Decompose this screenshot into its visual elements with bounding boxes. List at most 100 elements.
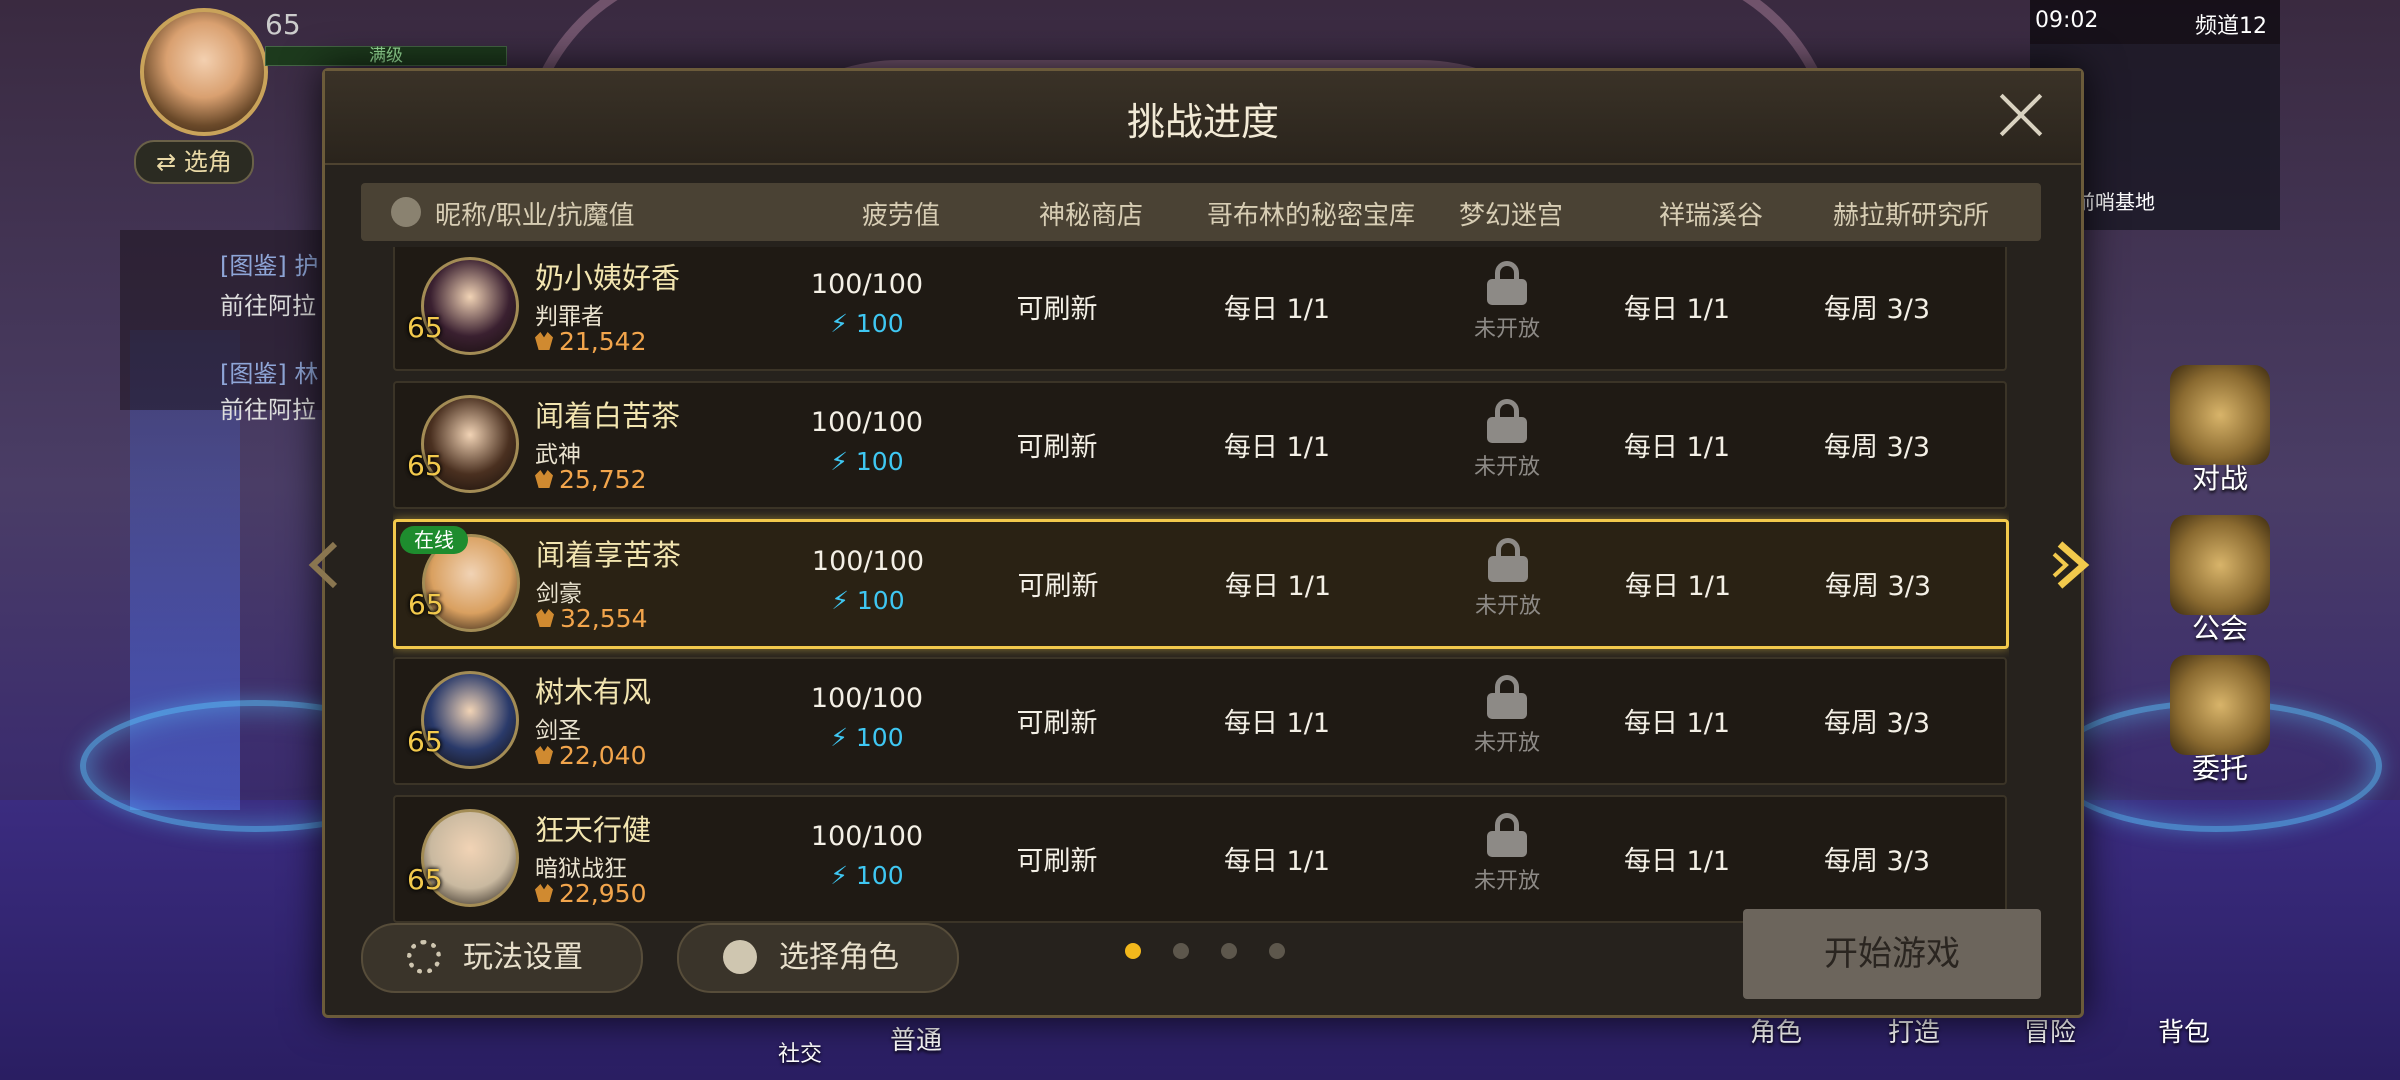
- page-dot[interactable]: [1221, 943, 1237, 959]
- character-level: 65: [408, 588, 444, 621]
- valley-status: 每日 1/1: [1623, 846, 1731, 877]
- battle-menu-button[interactable]: 对战: [2155, 365, 2285, 497]
- valley-status: 每日 1/1: [1623, 708, 1731, 739]
- chevron-right-icon[interactable]: [2052, 540, 2092, 590]
- page-indicator[interactable]: [1125, 943, 1317, 963]
- character-name: 闻着白苦茶: [535, 399, 681, 433]
- character-list[interactable]: 65 奶小姨好香 判罪者 21,542 100/100 ⚡ 100 可刷新 每日 1/1 未开放…: [393, 247, 2009, 957]
- challenge-progress-dialog: 挑战进度 昵称/职业/抗魔值 疲劳值 神秘商店 哥布林的秘密宝库 梦幻迷宫 祥瑞…: [322, 68, 2084, 1018]
- player-avatar[interactable]: [140, 8, 268, 136]
- quest-desc[interactable]: 前往阿拉: [220, 286, 316, 321]
- goblin-vault-status: 每日 1/1: [1223, 846, 1331, 877]
- character-power: 25,752: [535, 465, 646, 494]
- dialog-title: 挑战进度: [1126, 100, 1279, 144]
- column-header: 赫拉斯研究所: [1832, 201, 1989, 231]
- energy-value: ⚡ 100: [757, 447, 977, 476]
- energy-number: 100: [855, 861, 904, 890]
- character-power: 22,950: [535, 879, 646, 908]
- gameplay-settings-button[interactable]: 玩法设置: [361, 923, 643, 993]
- character-name: 树木有风: [535, 675, 652, 709]
- exp-bar: 满级: [265, 46, 507, 66]
- energy-number: 100: [856, 586, 905, 615]
- lock-icon: [1487, 813, 1527, 857]
- energy-value: ⚡ 100: [757, 309, 977, 338]
- commission-board-icon: [2170, 655, 2270, 755]
- power-value: 25,752: [559, 465, 647, 494]
- exp-label: 满级: [369, 46, 403, 66]
- channel-label[interactable]: 频道12: [2195, 8, 2267, 40]
- quest-tag[interactable]: [图鉴] 林: [220, 354, 318, 389]
- valley-status: 每日 1/1: [1624, 571, 1732, 602]
- energy-number: 100: [855, 723, 904, 752]
- character-row[interactable]: 65 闻着白苦茶 武神 25,752 100/100 ⚡ 100 可刷新 每日 1/1 未开放每…: [393, 381, 2007, 509]
- quest-tracker[interactable]: [图鉴] 护 前往阿拉 [图鉴] 林 前往阿拉: [120, 230, 330, 424]
- power-icon: [535, 884, 553, 902]
- character-level: 65: [407, 863, 443, 896]
- power-value: 22,040: [559, 741, 647, 770]
- mystery-shop-status: 可刷新: [1016, 846, 1098, 877]
- goblin-vault-status: 每日 1/1: [1224, 571, 1332, 602]
- swords-icon: [2170, 365, 2270, 465]
- character-row[interactable]: 65 狂天行健 暗狱战狂 22,950 100/100 ⚡ 100 可刷新 每日 1/1 未开放…: [393, 795, 2007, 923]
- goblin-vault-status: 每日 1/1: [1223, 432, 1331, 463]
- character-class: 剑豪: [536, 581, 582, 607]
- lock-icon: [1488, 538, 1528, 582]
- clock: 09:02: [2035, 8, 2099, 33]
- menu-label: 委托: [2191, 752, 2248, 785]
- character-row[interactable]: 65 奶小姨好香 判罪者 21,542 100/100 ⚡ 100 可刷新 每日 1/1 未开放…: [393, 247, 2007, 371]
- dialog-header: 挑战进度: [325, 71, 2081, 165]
- quest-tag[interactable]: [图鉴] 护: [220, 246, 318, 281]
- guild-menu-button[interactable]: 公会: [2155, 515, 2285, 647]
- column-header: 哥布林的秘密宝库: [1206, 201, 1415, 231]
- guild-icon: [2170, 515, 2270, 615]
- character-power: 32,554: [536, 604, 647, 633]
- table-header: 昵称/职业/抗魔值 疲劳值 神秘商店 哥布林的秘密宝库 梦幻迷宫 祥瑞溪谷 赫拉…: [361, 183, 2041, 241]
- quest-desc[interactable]: 前往阿拉: [220, 390, 316, 425]
- energy-value: ⚡ 100: [757, 861, 977, 890]
- power-icon: [535, 746, 553, 764]
- institute-status: 每周 3/3: [1823, 846, 1931, 877]
- institute-status: 每周 3/3: [1824, 571, 1932, 602]
- character-level: 65: [407, 725, 443, 758]
- normal-chat-button[interactable]: 普通: [890, 1020, 942, 1057]
- power-icon: [535, 332, 553, 350]
- fatigue-value: 100/100: [810, 683, 924, 714]
- character-power: 21,542: [535, 327, 646, 356]
- lock-icon: [1487, 261, 1527, 305]
- page-dot[interactable]: [1269, 943, 1285, 959]
- character-name: 狂天行健: [535, 813, 652, 847]
- institute-status: 每周 3/3: [1823, 708, 1931, 739]
- column-header: 昵称/职业/抗魔值: [435, 201, 635, 231]
- mystery-shop-status: 可刷新: [1016, 432, 1098, 463]
- menu-label: 公会: [2191, 612, 2248, 645]
- page-dot[interactable]: [1173, 943, 1189, 959]
- page-dot[interactable]: [1125, 943, 1141, 959]
- lightning-icon: ⚡: [830, 723, 856, 752]
- institute-status: 每周 3/3: [1823, 432, 1931, 463]
- fatigue-value: 100/100: [810, 269, 924, 300]
- character-class: 剑圣: [535, 718, 581, 744]
- mystery-shop-status: 可刷新: [1017, 571, 1099, 602]
- character-column-icon: [391, 197, 421, 227]
- character-row[interactable]: 65 树木有风 剑圣 22,040 100/100 ⚡ 100 可刷新 每日 1/1 未开放 每日…: [393, 657, 2007, 785]
- valley-status: 每日 1/1: [1623, 294, 1731, 325]
- character-class: 暗狱战狂: [535, 856, 627, 882]
- bag-button[interactable]: 背包: [2158, 1012, 2210, 1049]
- column-header: 疲劳值: [861, 201, 940, 231]
- column-header: 祥瑞溪谷: [1658, 201, 1763, 231]
- power-value: 32,554: [560, 604, 648, 633]
- close-icon[interactable]: [1997, 91, 2045, 139]
- start-game-button[interactable]: 开始游戏: [1743, 909, 2041, 999]
- energy-number: 100: [855, 447, 904, 476]
- social-button[interactable]: 社交: [778, 1036, 822, 1068]
- chevron-left-icon[interactable]: [305, 540, 341, 590]
- power-value: 22,950: [559, 879, 647, 908]
- character-name: 奶小姨好香: [535, 261, 681, 295]
- commission-menu-button[interactable]: 委托: [2155, 655, 2285, 787]
- select-character-button[interactable]: 选择角色: [677, 923, 959, 993]
- character-name: 闻着享苦茶: [536, 538, 682, 572]
- switch-character-button[interactable]: ⇄ 选角: [134, 140, 254, 184]
- character-row[interactable]: 65 在线 闻着享苦茶 剑豪 32,554 100/100 ⚡ 100 可刷新 每日 1/1 未开…: [393, 519, 2009, 649]
- menu-label: 对战: [2191, 462, 2248, 495]
- button-label: 选择角色: [779, 940, 899, 975]
